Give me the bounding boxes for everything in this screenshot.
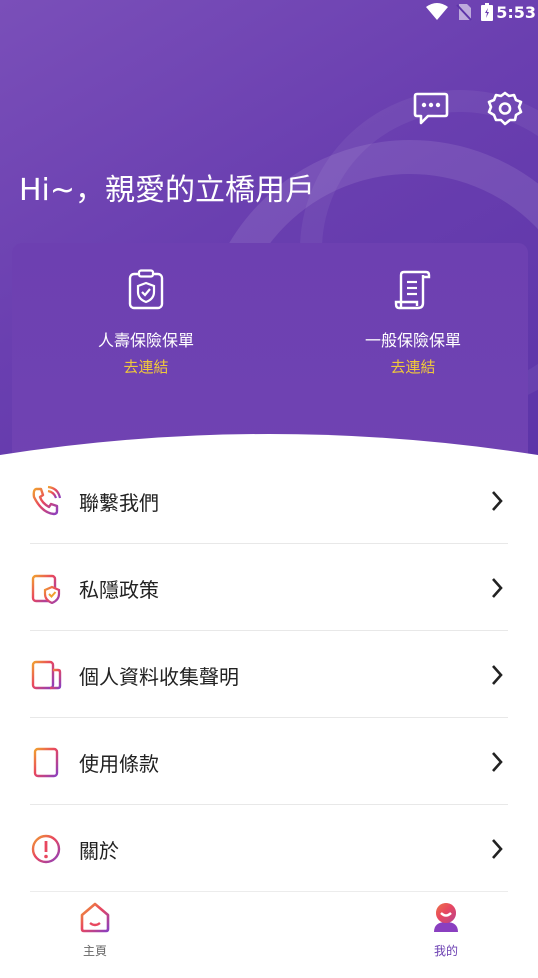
tab-label: 我的 (433, 944, 458, 958)
general-insurance-policy[interactable]: 一般保險保單 去連結 (313, 269, 513, 377)
menu-list: 聯繫我們 私隱政策 個人資料收集聲明 使用條款 關於 (0, 457, 538, 892)
scroll-document-icon (394, 270, 431, 310)
tab-home[interactable]: 主頁 (55, 900, 135, 959)
wifi-icon (426, 3, 448, 20)
chevron-right-icon (492, 491, 503, 511)
status-bar: 5:53 (0, 0, 538, 24)
data-document-icon (31, 660, 62, 690)
menu-item-label: 使用條款 (79, 752, 159, 776)
menu-item-label: 聯繫我們 (79, 491, 159, 515)
menu-item-contact-us[interactable]: 聯繫我們 (30, 457, 508, 544)
policy-title: 人壽保險保單 (97, 331, 194, 350)
menu-item-label: 關於 (79, 839, 119, 863)
menu-item-label: 個人資料收集聲明 (79, 665, 239, 689)
settings-icon[interactable] (486, 90, 524, 128)
life-insurance-policy[interactable]: 人壽保險保單 去連結 (46, 269, 246, 377)
menu-item-terms-of-use[interactable]: 使用條款 (30, 718, 508, 805)
bottom-tab-bar: 主頁 我的 (0, 895, 538, 978)
no-sim-icon (456, 4, 472, 21)
terms-list-icon (33, 747, 59, 778)
chevron-right-icon (492, 665, 503, 685)
menu-item-about[interactable]: 關於 (30, 805, 508, 892)
menu-item-label: 私隱政策 (79, 578, 159, 602)
privacy-shield-icon (31, 574, 61, 604)
tab-label: 主頁 (82, 944, 107, 958)
info-alert-icon (31, 834, 61, 864)
policy-title: 一般保險保單 (364, 331, 461, 350)
status-time: 5:53 (496, 3, 536, 22)
connect-link[interactable]: 去連結 (313, 356, 513, 377)
tab-profile[interactable]: 我的 (406, 900, 486, 959)
battery-icon (481, 3, 493, 21)
chevron-right-icon (492, 578, 503, 598)
phone-icon (32, 485, 62, 516)
menu-item-personal-data-statement[interactable]: 個人資料收集聲明 (30, 631, 508, 718)
shield-clipboard-icon (128, 269, 164, 310)
connect-link[interactable]: 去連結 (46, 356, 246, 377)
home-icon (80, 902, 110, 933)
menu-item-privacy-policy[interactable]: 私隱政策 (30, 544, 508, 631)
profile-icon (434, 903, 458, 932)
chat-icon[interactable] (412, 90, 450, 128)
chevron-right-icon (492, 752, 503, 772)
chevron-right-icon (492, 839, 503, 859)
greeting-text: Hi~，親愛的立橋用戶 (19, 173, 316, 208)
